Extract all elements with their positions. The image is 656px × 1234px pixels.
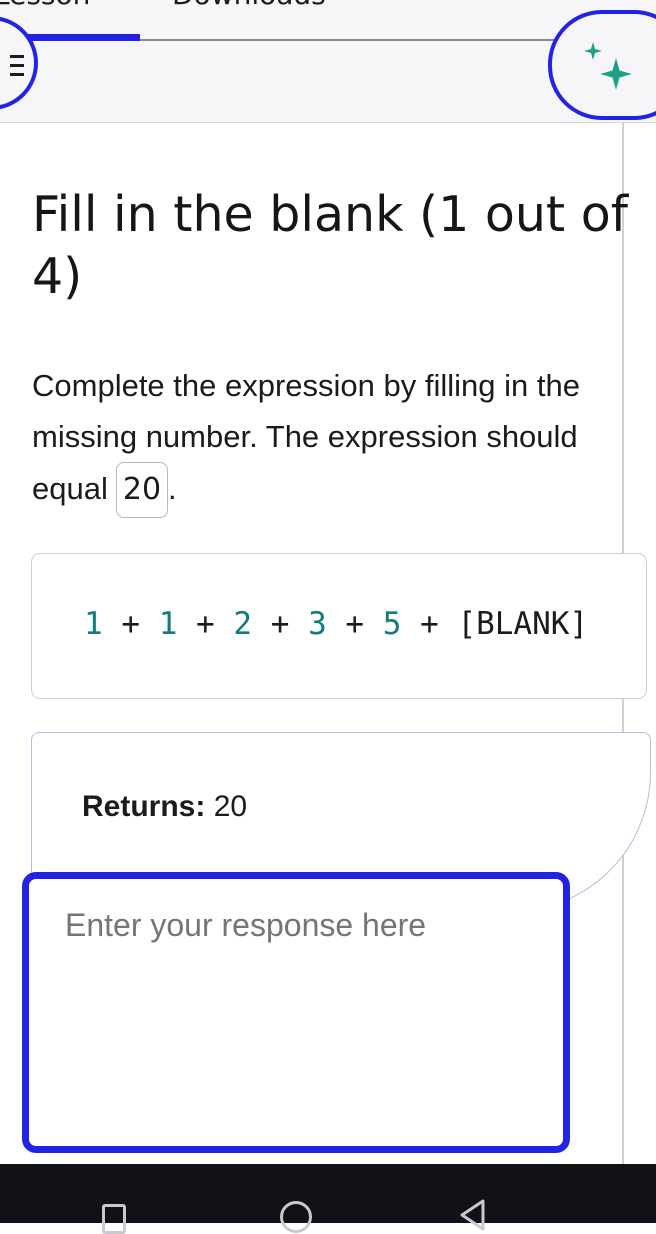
- expression-blank: [BLANK]: [457, 606, 589, 642]
- expression-number: 1: [158, 606, 178, 642]
- system-nav-bar: [0, 1164, 656, 1234]
- returns-label: Returns:: [82, 790, 206, 823]
- expression-operator: +: [121, 606, 141, 642]
- question-title: Fill in the blank (1 out of 4): [32, 186, 628, 305]
- expression-operator: +: [270, 606, 290, 642]
- top-bar: Lesson Downloads: [0, 0, 656, 123]
- home-icon[interactable]: [280, 1201, 312, 1233]
- expression-operator: +: [196, 606, 215, 642]
- response-input[interactable]: [22, 872, 570, 1153]
- expression: 1 + 1 + 2 + 3 + 5 + [BLANK]: [84, 606, 588, 642]
- back-icon[interactable]: [458, 1198, 486, 1232]
- target-value-badge: 20: [115, 462, 169, 518]
- lesson-content: Fill in the blank (1 out of 4) Complete …: [0, 122, 651, 1164]
- prompt-period: .: [168, 471, 177, 506]
- recents-icon[interactable]: [102, 1204, 126, 1234]
- returns-line: Returns: 20: [82, 790, 247, 824]
- expression-number: 1: [84, 606, 103, 642]
- menu-button[interactable]: [0, 16, 38, 110]
- sparkle-icon: [600, 58, 632, 90]
- tab-lesson[interactable]: Lesson: [0, 0, 90, 11]
- tab-downloads[interactable]: Downloads: [172, 0, 326, 11]
- expression-operator: +: [420, 606, 439, 642]
- returns-value: 20: [213, 790, 248, 823]
- expression-number: 5: [382, 606, 402, 642]
- expression-number: 3: [308, 606, 327, 642]
- expression-box: 1 + 1 + 2 + 3 + 5 + [BLANK]: [31, 553, 647, 699]
- ai-assistant-button[interactable]: [548, 10, 656, 120]
- expression-operator: +: [345, 606, 365, 642]
- question-prompt: Complete the expression by filling in th…: [32, 360, 632, 518]
- expression-number: 2: [233, 606, 253, 642]
- menu-icon: [10, 55, 24, 77]
- prompt-text: Complete the expression by filling in th…: [32, 368, 580, 506]
